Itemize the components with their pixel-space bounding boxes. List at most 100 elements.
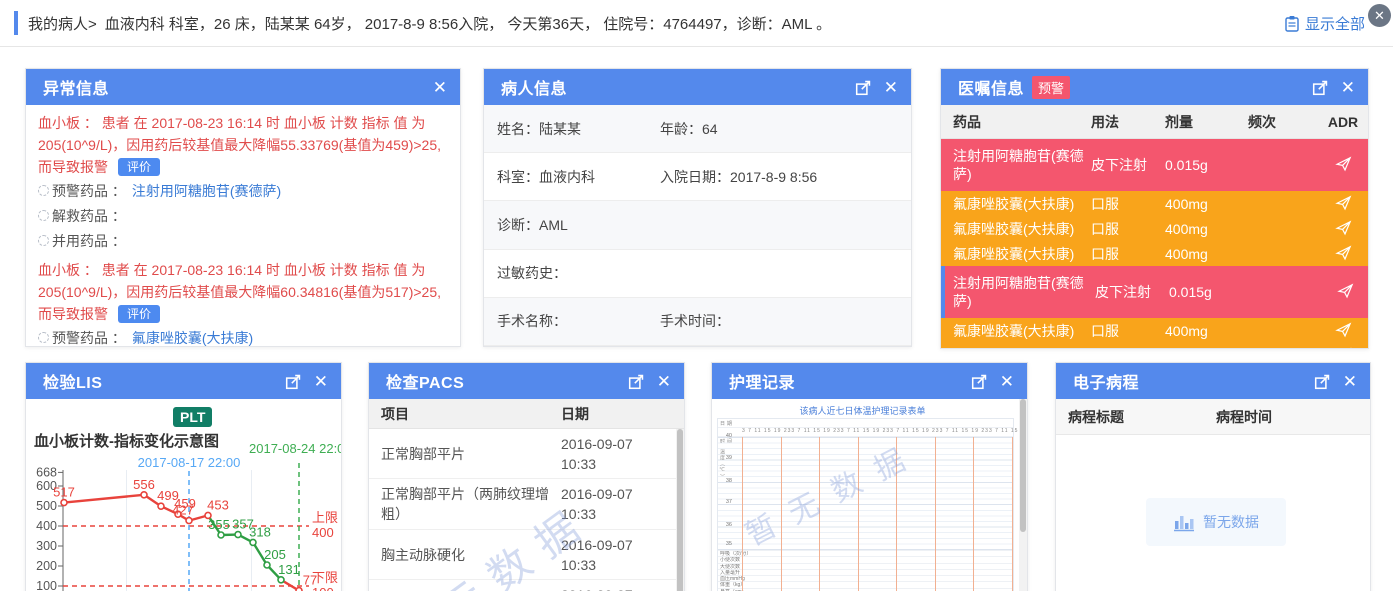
patient-field: 科室：血液内科 bbox=[497, 167, 595, 187]
accent-bar bbox=[14, 11, 18, 35]
order-usage: 皮下注射 bbox=[1095, 282, 1169, 302]
pacs-row[interactable]: 正常胸部平片2016-09-07 10:33 bbox=[369, 429, 684, 479]
temp-tick: 40 bbox=[718, 433, 732, 439]
close-icon[interactable]: ✕ bbox=[657, 373, 671, 390]
evaluate-button[interactable]: 评价 bbox=[118, 158, 160, 176]
scrollbar-thumb[interactable] bbox=[677, 429, 683, 591]
line-label: 并用药品 ： bbox=[52, 231, 126, 251]
order-usage: 口服 bbox=[1091, 219, 1165, 239]
close-icon[interactable]: ✕ bbox=[884, 79, 898, 96]
date-label: 日期 bbox=[720, 420, 734, 427]
expand-icon[interactable] bbox=[971, 373, 988, 390]
patient-row: 手术名称： 手术时间： bbox=[484, 298, 911, 346]
patient-row: 诊断：AML bbox=[484, 201, 911, 249]
send-adr-icon[interactable] bbox=[1335, 321, 1352, 338]
close-icon[interactable]: ✕ bbox=[314, 373, 328, 390]
orders-panel-body: 药品 用法 剂量 频次 ADR 注射用阿糖胞苷(赛德萨)皮下注射0.015g氟康… bbox=[941, 105, 1368, 348]
close-icon[interactable]: ✕ bbox=[1343, 373, 1357, 390]
pacs-row[interactable]: 胸主动脉硬化2016-09-07 10:33 bbox=[369, 580, 684, 591]
order-row[interactable]: 注射用阿糖胞苷(赛德萨)皮下注射0.015g bbox=[941, 266, 1368, 318]
send-adr-icon[interactable] bbox=[1335, 219, 1352, 236]
expand-icon[interactable] bbox=[628, 373, 645, 390]
spinner-icon bbox=[38, 332, 49, 343]
pacs-item: 胸主动脉硬化 bbox=[369, 540, 561, 570]
expand-icon[interactable] bbox=[285, 373, 302, 390]
day-divider bbox=[742, 437, 743, 591]
col-course-time: 病程时间 bbox=[1216, 407, 1272, 427]
order-dose: 400mg bbox=[1165, 196, 1248, 212]
temp-tick: 35 bbox=[718, 541, 732, 547]
order-usage: 口服 bbox=[1091, 244, 1165, 264]
svg-text:318: 318 bbox=[249, 524, 271, 539]
panel-title: 异常信息 bbox=[43, 75, 109, 99]
send-adr-icon[interactable] bbox=[1335, 155, 1352, 172]
send-adr-icon[interactable] bbox=[1337, 282, 1354, 299]
pacs-panel-body: 项目 日期 正常胸部平片2016-09-07 10:33正常胸部平片（两肺纹理增… bbox=[369, 399, 684, 591]
patient-panel-body: 姓名：陆某某 年龄：64 科室：血液内科 入院日期：2017-8-9 8:56 … bbox=[484, 105, 911, 346]
patient-field: 过敏药史： bbox=[497, 263, 567, 283]
spinner-icon bbox=[38, 185, 49, 196]
nursing-chart-title: 该病人近七日体温护理记录表单 bbox=[712, 404, 1013, 417]
close-icon[interactable]: ✕ bbox=[1341, 79, 1355, 96]
order-drug: 注射用阿糖胞苷(赛德萨) bbox=[945, 272, 1095, 312]
pacs-row[interactable]: 正常胸部平片（两肺纹理增粗）2016-09-07 10:33 bbox=[369, 479, 684, 530]
platelet-trend-chart[interactable]: 668600500400300200100上限400下限1002017-08-1… bbox=[26, 443, 341, 591]
col-drug: 药品 bbox=[941, 112, 1091, 132]
expand-icon[interactable] bbox=[1312, 79, 1329, 96]
temp-tick: 37 bbox=[718, 499, 732, 505]
orders-panel-header: 医嘱信息 预警 ✕ bbox=[941, 69, 1368, 105]
scrollbar[interactable] bbox=[1019, 399, 1027, 591]
pacs-table-rows: 正常胸部平片2016-09-07 10:33正常胸部平片（两肺纹理增粗）2016… bbox=[369, 429, 684, 591]
show-all-label: 显示全部 bbox=[1305, 13, 1365, 34]
order-row[interactable]: 氟康唑胶囊(大扶康)口服400mg bbox=[941, 191, 1368, 216]
close-icon[interactable]: ✕ bbox=[1000, 373, 1014, 390]
page-close-button[interactable]: ✕ bbox=[1368, 4, 1391, 27]
pacs-row[interactable]: 胸主动脉硬化2016-09-07 10:33 bbox=[369, 530, 684, 580]
send-adr-icon[interactable] bbox=[1335, 244, 1352, 261]
panel-title: 检查PACS bbox=[386, 369, 464, 393]
day-divider bbox=[819, 437, 820, 591]
order-row[interactable]: 注射用阿糖胞苷(赛德萨)皮下注射0.015g bbox=[941, 139, 1368, 191]
panel-ehr-course: 电子病程 ✕ 病程标题 病程时间 bbox=[1055, 362, 1371, 591]
close-icon[interactable]: ✕ bbox=[433, 79, 447, 96]
scrollbar-thumb[interactable] bbox=[1020, 399, 1026, 532]
patient-panel-header: 病人信息 ✕ bbox=[484, 69, 911, 105]
show-all-button[interactable]: 显示全部 bbox=[1284, 0, 1365, 47]
svg-text:205: 205 bbox=[264, 547, 286, 562]
send-adr-icon[interactable] bbox=[1335, 194, 1352, 211]
scrollbar[interactable] bbox=[676, 429, 684, 591]
line-label: 预警药品 ： bbox=[52, 181, 126, 201]
expand-icon[interactable] bbox=[855, 79, 872, 96]
order-row[interactable]: 氟康唑胶囊(大扶康)口服400mg bbox=[941, 343, 1368, 348]
svg-text:556: 556 bbox=[133, 477, 155, 492]
drug-link[interactable]: 氟康唑胶囊(大扶康) bbox=[132, 328, 253, 347]
nursing-panel-body: 该病人近七日体温护理记录表单 日期 时间 3 7 11 15 19 233 7 … bbox=[712, 399, 1027, 591]
order-dose: 0.015g bbox=[1165, 157, 1248, 173]
bar-chart-icon bbox=[1173, 512, 1195, 532]
day-divider bbox=[896, 437, 897, 591]
line-label: 预警药品 ： bbox=[52, 328, 126, 347]
col-course-title: 病程标题 bbox=[1056, 407, 1216, 427]
panel-abnormal-info: 异常信息 ✕ 血小板 ： 患者 在 2017-08-23 16:14 时 血小板… bbox=[25, 68, 461, 347]
order-row[interactable]: 氟康唑胶囊(大扶康)口服400mg bbox=[941, 241, 1368, 266]
patient-row: 过敏药史： bbox=[484, 250, 911, 298]
spinner-icon bbox=[38, 235, 49, 246]
evaluate-button[interactable]: 评价 bbox=[118, 305, 160, 323]
breadcrumb[interactable]: 我的病人> bbox=[28, 13, 97, 34]
clipboard-icon bbox=[1284, 15, 1300, 32]
drug-link[interactable]: 注射用阿糖胞苷(赛德萨) bbox=[132, 181, 281, 201]
svg-text:400: 400 bbox=[312, 525, 334, 540]
lis-panel-header: 检验LIS ✕ bbox=[26, 363, 341, 399]
order-dose: 400mg bbox=[1165, 221, 1248, 237]
pacs-date: 2016-09-07 10:33 bbox=[561, 484, 661, 524]
send-adr-icon[interactable] bbox=[1335, 346, 1352, 349]
top-bar: 我的病人> 血液内科 科室，26 床，陆某某 64岁， 2017-8-9 8:5… bbox=[0, 0, 1393, 47]
empty-state: 暂无数据 bbox=[1146, 498, 1286, 546]
order-row[interactable]: 氟康唑胶囊(大扶康)口服400mg bbox=[941, 216, 1368, 241]
expand-icon[interactable] bbox=[1314, 373, 1331, 390]
alert-message: 血小板 ： 患者 在 2017-08-23 16:14 时 血小板 计数 指标 … bbox=[38, 115, 441, 175]
col-adr: ADR bbox=[1318, 114, 1368, 130]
order-row[interactable]: 氟康唑胶囊(大扶康)口服400mg bbox=[941, 318, 1368, 343]
temp-tick: 36 bbox=[718, 522, 732, 528]
patient-dashboard: 我的病人> 血液内科 科室，26 床，陆某某 64岁， 2017-8-9 8:5… bbox=[0, 0, 1393, 591]
